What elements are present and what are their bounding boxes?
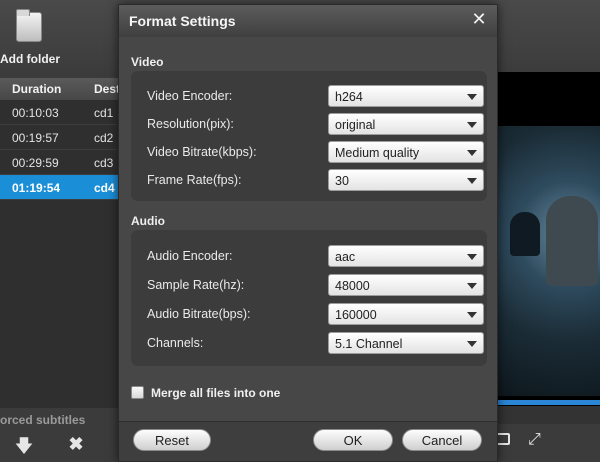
frame-rate-row: Frame Rate(fps): 30 xyxy=(135,169,484,191)
sample-rate-select[interactable]: 48000 xyxy=(328,274,484,296)
file-list: Duration Dest 00:10:03 cd1 00:19:57 cd2 … xyxy=(0,78,122,408)
audio-encoder-select[interactable]: aac xyxy=(328,245,484,267)
channels-select[interactable]: 5.1 Channel xyxy=(328,332,484,354)
audio-encoder-value: aac xyxy=(335,250,356,264)
sample-rate-label: Sample Rate(hz): xyxy=(147,278,245,292)
video-bitrate-select[interactable]: Medium quality xyxy=(328,141,484,163)
video-encoder-value: h264 xyxy=(335,90,363,104)
resolution-row: Resolution(pix): original xyxy=(135,113,484,135)
dropdown-arrow-icon xyxy=(467,94,477,100)
folder-icon xyxy=(16,9,42,42)
dropdown-arrow-icon xyxy=(467,312,477,318)
video-bitrate-value: Medium quality xyxy=(335,146,420,160)
dialog-title: Format Settings xyxy=(129,13,236,29)
frame-rate-value: 30 xyxy=(335,174,349,188)
resolution-label: Resolution(pix): xyxy=(147,117,234,131)
forced-subtitles-label: orced subtitles xyxy=(0,413,86,427)
snapshot-icon[interactable] xyxy=(496,433,510,445)
playback-progress-bar[interactable] xyxy=(498,400,600,405)
frame-rate-label: Frame Rate(fps): xyxy=(147,173,242,187)
audio-encoder-label: Audio Encoder: xyxy=(147,249,233,263)
audio-bitrate-row: Audio Bitrate(bps): 160000 xyxy=(135,303,484,325)
dropdown-arrow-icon xyxy=(467,341,477,347)
video-encoder-label: Video Encoder: xyxy=(147,89,233,103)
merge-files-label: Merge all files into one xyxy=(151,386,281,400)
dialog-title-bar: Format Settings ✕ xyxy=(119,5,497,37)
preview-figure xyxy=(510,212,540,256)
table-row-selected[interactable]: 01:19:54 cd4 xyxy=(0,175,122,200)
resolution-value: original xyxy=(335,118,376,132)
video-encoder-select[interactable]: h264 xyxy=(328,85,484,107)
close-icon[interactable]: ✕ xyxy=(469,9,489,31)
preview-image xyxy=(498,126,600,396)
duration-cell: 00:19:57 xyxy=(12,131,59,145)
dropdown-arrow-icon xyxy=(467,178,477,184)
format-settings-dialog: Format Settings ✕ Video Video Encoder: h… xyxy=(118,4,498,462)
add-folder-label: Add folder xyxy=(0,52,60,66)
duration-cell: 01:19:54 xyxy=(12,181,61,195)
column-header-duration[interactable]: Duration xyxy=(0,78,90,100)
cancel-button[interactable]: Cancel xyxy=(402,429,482,451)
dropdown-arrow-icon xyxy=(467,122,477,128)
channels-row: Channels: 5.1 Channel xyxy=(135,332,484,354)
audio-bitrate-value: 160000 xyxy=(335,308,377,322)
preview-figure xyxy=(546,196,598,286)
fullscreen-icon[interactable]: ⤢ xyxy=(528,431,546,449)
dropdown-arrow-icon xyxy=(467,283,477,289)
sample-rate-row: Sample Rate(hz): 48000 xyxy=(135,274,484,296)
ok-button[interactable]: OK xyxy=(313,429,393,451)
video-encoder-row: Video Encoder: h264 xyxy=(135,85,484,107)
dialog-footer: Reset OK Cancel xyxy=(119,421,497,461)
duration-cell: 00:29:59 xyxy=(12,156,59,170)
table-row[interactable]: 00:19:57 cd2 xyxy=(0,125,122,150)
audio-bitrate-select[interactable]: 160000 xyxy=(328,303,484,325)
delete-icon[interactable]: ✖ xyxy=(66,434,86,456)
video-bitrate-label: Video Bitrate(kbps): xyxy=(147,145,257,159)
video-bitrate-row: Video Bitrate(kbps): Medium quality xyxy=(135,141,484,163)
merge-files-checkbox[interactable] xyxy=(131,386,144,399)
playback-area xyxy=(498,406,600,424)
arrow-down-icon[interactable]: 🡇 xyxy=(14,434,34,456)
file-list-header: Duration Dest xyxy=(0,78,122,100)
duration-cell: 00:10:03 xyxy=(12,106,59,120)
channels-label: Channels: xyxy=(147,336,204,350)
dropdown-arrow-icon xyxy=(467,150,477,156)
frame-rate-select[interactable]: 30 xyxy=(328,169,484,191)
reset-button[interactable]: Reset xyxy=(133,429,211,451)
channels-value: 5.1 Channel xyxy=(335,337,403,351)
table-row[interactable]: 00:29:59 cd3 xyxy=(0,150,122,175)
dropdown-arrow-icon xyxy=(467,254,477,260)
sample-rate-value: 48000 xyxy=(335,279,370,293)
video-section-label: Video xyxy=(131,55,164,69)
audio-encoder-row: Audio Encoder: aac xyxy=(135,245,484,267)
audio-section-label: Audio xyxy=(131,214,165,228)
video-preview xyxy=(498,72,600,406)
resolution-select[interactable]: original xyxy=(328,113,484,135)
table-row[interactable]: 00:10:03 cd1 xyxy=(0,100,122,125)
audio-bitrate-label: Audio Bitrate(bps): xyxy=(147,307,251,321)
